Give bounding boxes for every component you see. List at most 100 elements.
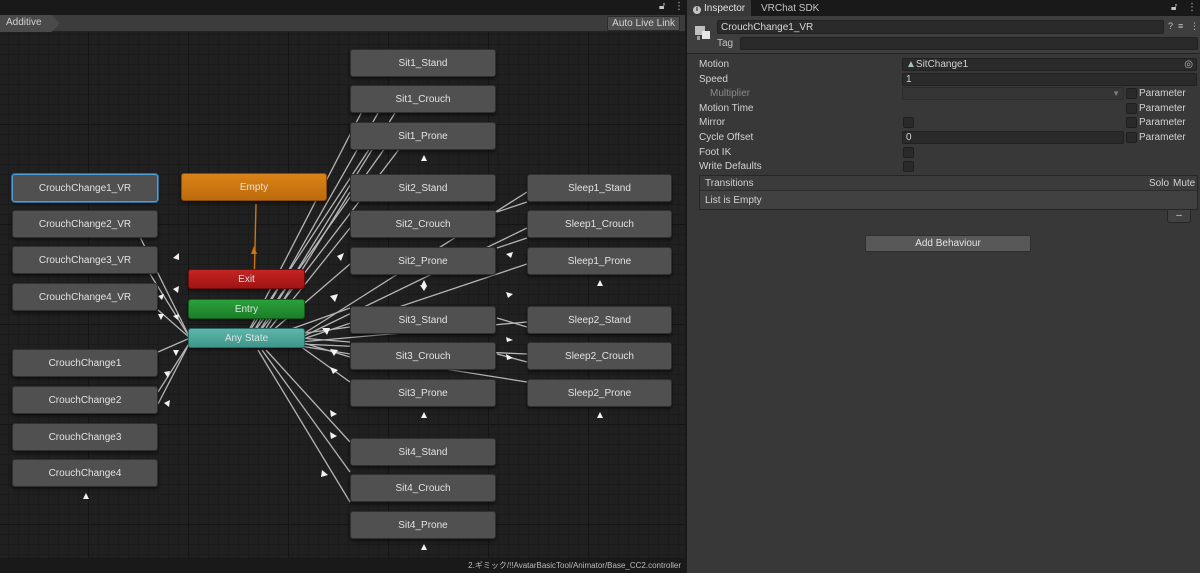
state-sleep1-stand[interactable]: Sleep1_Stand <box>527 174 672 202</box>
state-crouchchange4-vr[interactable]: CrouchChange4_VR <box>12 283 158 311</box>
transitions-body: List is Empty <box>700 191 1197 210</box>
breadcrumb: Additive Auto Live Link <box>0 15 685 32</box>
chevron-down-icon: ▼ <box>1112 89 1120 98</box>
tag-field[interactable] <box>740 37 1198 50</box>
state-sleep1-crouch[interactable]: Sleep1_Crouch <box>527 210 672 238</box>
state-header: CrouchChange1_VR ? ≡ ⋮ Tag <box>687 16 1200 54</box>
auto-live-link-button[interactable]: Auto Live Link <box>607 16 680 31</box>
up-arrow-icon <box>421 280 427 286</box>
foot-ik-row: Foot IK <box>687 146 1200 160</box>
remove-transition-button[interactable]: – <box>1167 210 1191 223</box>
state-crouchchange2-vr[interactable]: CrouchChange2_VR <box>12 210 158 238</box>
up-arrow-icon <box>421 155 427 161</box>
transitions-title: Transitions <box>705 178 754 189</box>
state-machine-graph[interactable]: CrouchChange1_VR CrouchChange2_VR Crouch… <box>0 32 685 558</box>
up-arrow-icon <box>421 544 427 550</box>
state-sit4-prone[interactable]: Sit4_Prone <box>350 511 496 539</box>
exit-node[interactable]: Exit <box>188 269 305 289</box>
write-defaults-label: Write Defaults <box>699 161 762 172</box>
state-sleep2-crouch[interactable]: Sleep2_Crouch <box>527 342 672 370</box>
up-arrow-icon <box>83 493 89 499</box>
state-sit3-crouch[interactable]: Sit3_Crouch <box>350 342 496 370</box>
state-sit4-crouch[interactable]: Sit4_Crouch <box>350 474 496 502</box>
state-sit3-stand[interactable]: Sit3_Stand <box>350 306 496 334</box>
info-icon: i <box>693 6 701 14</box>
state-sit4-stand[interactable]: Sit4_Stand <box>350 438 496 466</box>
state-sit1-crouch[interactable]: Sit1_Crouch <box>350 85 496 113</box>
mirror-checkbox[interactable] <box>903 117 914 128</box>
motion-field[interactable]: ▲SitChange1 ◎ <box>902 58 1197 71</box>
speed-field[interactable]: 1 <box>902 73 1197 86</box>
tab-vrchat-sdk-label: VRChat SDK <box>761 3 820 14</box>
help-icon[interactable]: ? <box>1168 21 1173 31</box>
mirror-label: Mirror <box>699 117 726 128</box>
transitions-header: Transitions Solo Mute <box>700 176 1197 191</box>
mute-column-label: Mute <box>1173 178 1196 189</box>
state-crouchchange1[interactable]: CrouchChange1 <box>12 349 158 377</box>
state-empty-default[interactable]: Empty <box>181 173 327 201</box>
state-sleep2-prone[interactable]: Sleep2_Prone <box>527 379 672 407</box>
inspector-window: i Inspector VRChat SDK 🔓︎ ⋮ CrouchChange1… <box>687 0 1200 573</box>
animator-window: 🔓︎ ⋮ Additive Auto Live Link CrouchChang… <box>0 0 685 573</box>
animator-title-bar: 🔓︎ ⋮ <box>0 0 685 15</box>
kebab-menu-icon[interactable]: ⋮ <box>674 1 684 12</box>
cycle-offset-field[interactable]: 0 <box>902 131 1124 144</box>
solo-column-label: Solo <box>1149 178 1170 189</box>
tab-vrchat-sdk[interactable]: VRChat SDK <box>755 0 825 16</box>
cycle-offset-row: Cycle Offset 0 Parameter <box>687 131 1200 145</box>
lock-icon[interactable]: 🔓︎ <box>659 1 665 12</box>
state-sit2-stand[interactable]: Sit2_Stand <box>350 174 496 202</box>
up-arrow-icon <box>421 412 427 418</box>
add-behaviour-button[interactable]: Add Behaviour <box>865 235 1031 252</box>
tag-label: Tag <box>717 38 734 49</box>
multiplier-row: Multiplier ▼ Parameter <box>687 87 1200 101</box>
multiplier-label: Multiplier <box>710 88 751 99</box>
parameter-label: Parameter <box>1139 103 1186 114</box>
cycle-offset-label: Cycle Offset <box>699 132 754 143</box>
cycle-offset-parameter-checkbox[interactable] <box>1126 132 1137 143</box>
up-arrow-icon <box>597 280 603 286</box>
state-sleep2-stand[interactable]: Sleep2_Stand <box>527 306 672 334</box>
state-sit1-stand[interactable]: Sit1_Stand <box>350 49 496 77</box>
state-crouchchange3-vr[interactable]: CrouchChange3_VR <box>12 246 158 274</box>
foot-ik-label: Foot IK <box>699 147 732 158</box>
multiplier-parameter-checkbox[interactable] <box>1126 88 1137 99</box>
kebab-menu-icon[interactable]: ⋮ <box>1190 21 1199 32</box>
write-defaults-checkbox[interactable] <box>903 161 914 172</box>
state-sit1-prone[interactable]: Sit1_Prone <box>350 122 496 150</box>
state-crouchchange1-vr[interactable]: CrouchChange1_VR <box>12 174 158 202</box>
any-state-node[interactable]: Any State <box>188 328 305 348</box>
state-crouchchange3[interactable]: CrouchChange3 <box>12 423 158 451</box>
state-sit2-crouch[interactable]: Sit2_Crouch <box>350 210 496 238</box>
up-arrow-icon <box>597 412 603 418</box>
foot-ik-checkbox[interactable] <box>903 147 914 158</box>
write-defaults-row: Write Defaults <box>687 160 1200 174</box>
lock-icon[interactable]: 🔓︎ <box>1171 2 1177 13</box>
motion-time-label: Motion Time <box>699 103 754 114</box>
kebab-menu-icon[interactable]: ⋮ <box>1187 2 1197 13</box>
animator-state-icon <box>695 26 710 40</box>
entry-node[interactable]: Entry <box>188 299 305 319</box>
state-name-field[interactable]: CrouchChange1_VR <box>717 20 1164 34</box>
controller-path: 2.ギミック/!!AvatarBasicTool/Animator/Base_C… <box>468 561 681 570</box>
parameter-label: Parameter <box>1139 88 1186 99</box>
speed-label: Speed <box>699 74 728 85</box>
status-bar: 2.ギミック/!!AvatarBasicTool/Animator/Base_C… <box>0 558 685 573</box>
state-sit2-prone[interactable]: Sit2_Prone <box>350 247 496 275</box>
state-sit3-prone[interactable]: Sit3_Prone <box>350 379 496 407</box>
preset-icon[interactable]: ≡ <box>1178 21 1183 31</box>
inspector-tab-bar: i Inspector VRChat SDK 🔓︎ ⋮ <box>687 0 1200 16</box>
multiplier-dropdown: ▼ <box>902 87 1124 100</box>
motion-time-row: Motion Time Parameter <box>687 102 1200 116</box>
transitions-list: Transitions Solo Mute List is Empty <box>699 175 1198 210</box>
mirror-row: Mirror Parameter <box>687 116 1200 130</box>
mirror-parameter-checkbox[interactable] <box>1126 117 1137 128</box>
state-crouchchange4[interactable]: CrouchChange4 <box>12 459 158 487</box>
object-picker-icon[interactable]: ◎ <box>1184 59 1193 71</box>
state-sleep1-prone[interactable]: Sleep1_Prone <box>527 247 672 275</box>
parameter-label: Parameter <box>1139 132 1186 143</box>
motion-time-parameter-checkbox[interactable] <box>1126 103 1137 114</box>
state-crouchchange2[interactable]: CrouchChange2 <box>12 386 158 414</box>
breadcrumb-layer[interactable]: Additive <box>0 15 60 32</box>
tab-inspector[interactable]: i Inspector <box>687 0 752 16</box>
